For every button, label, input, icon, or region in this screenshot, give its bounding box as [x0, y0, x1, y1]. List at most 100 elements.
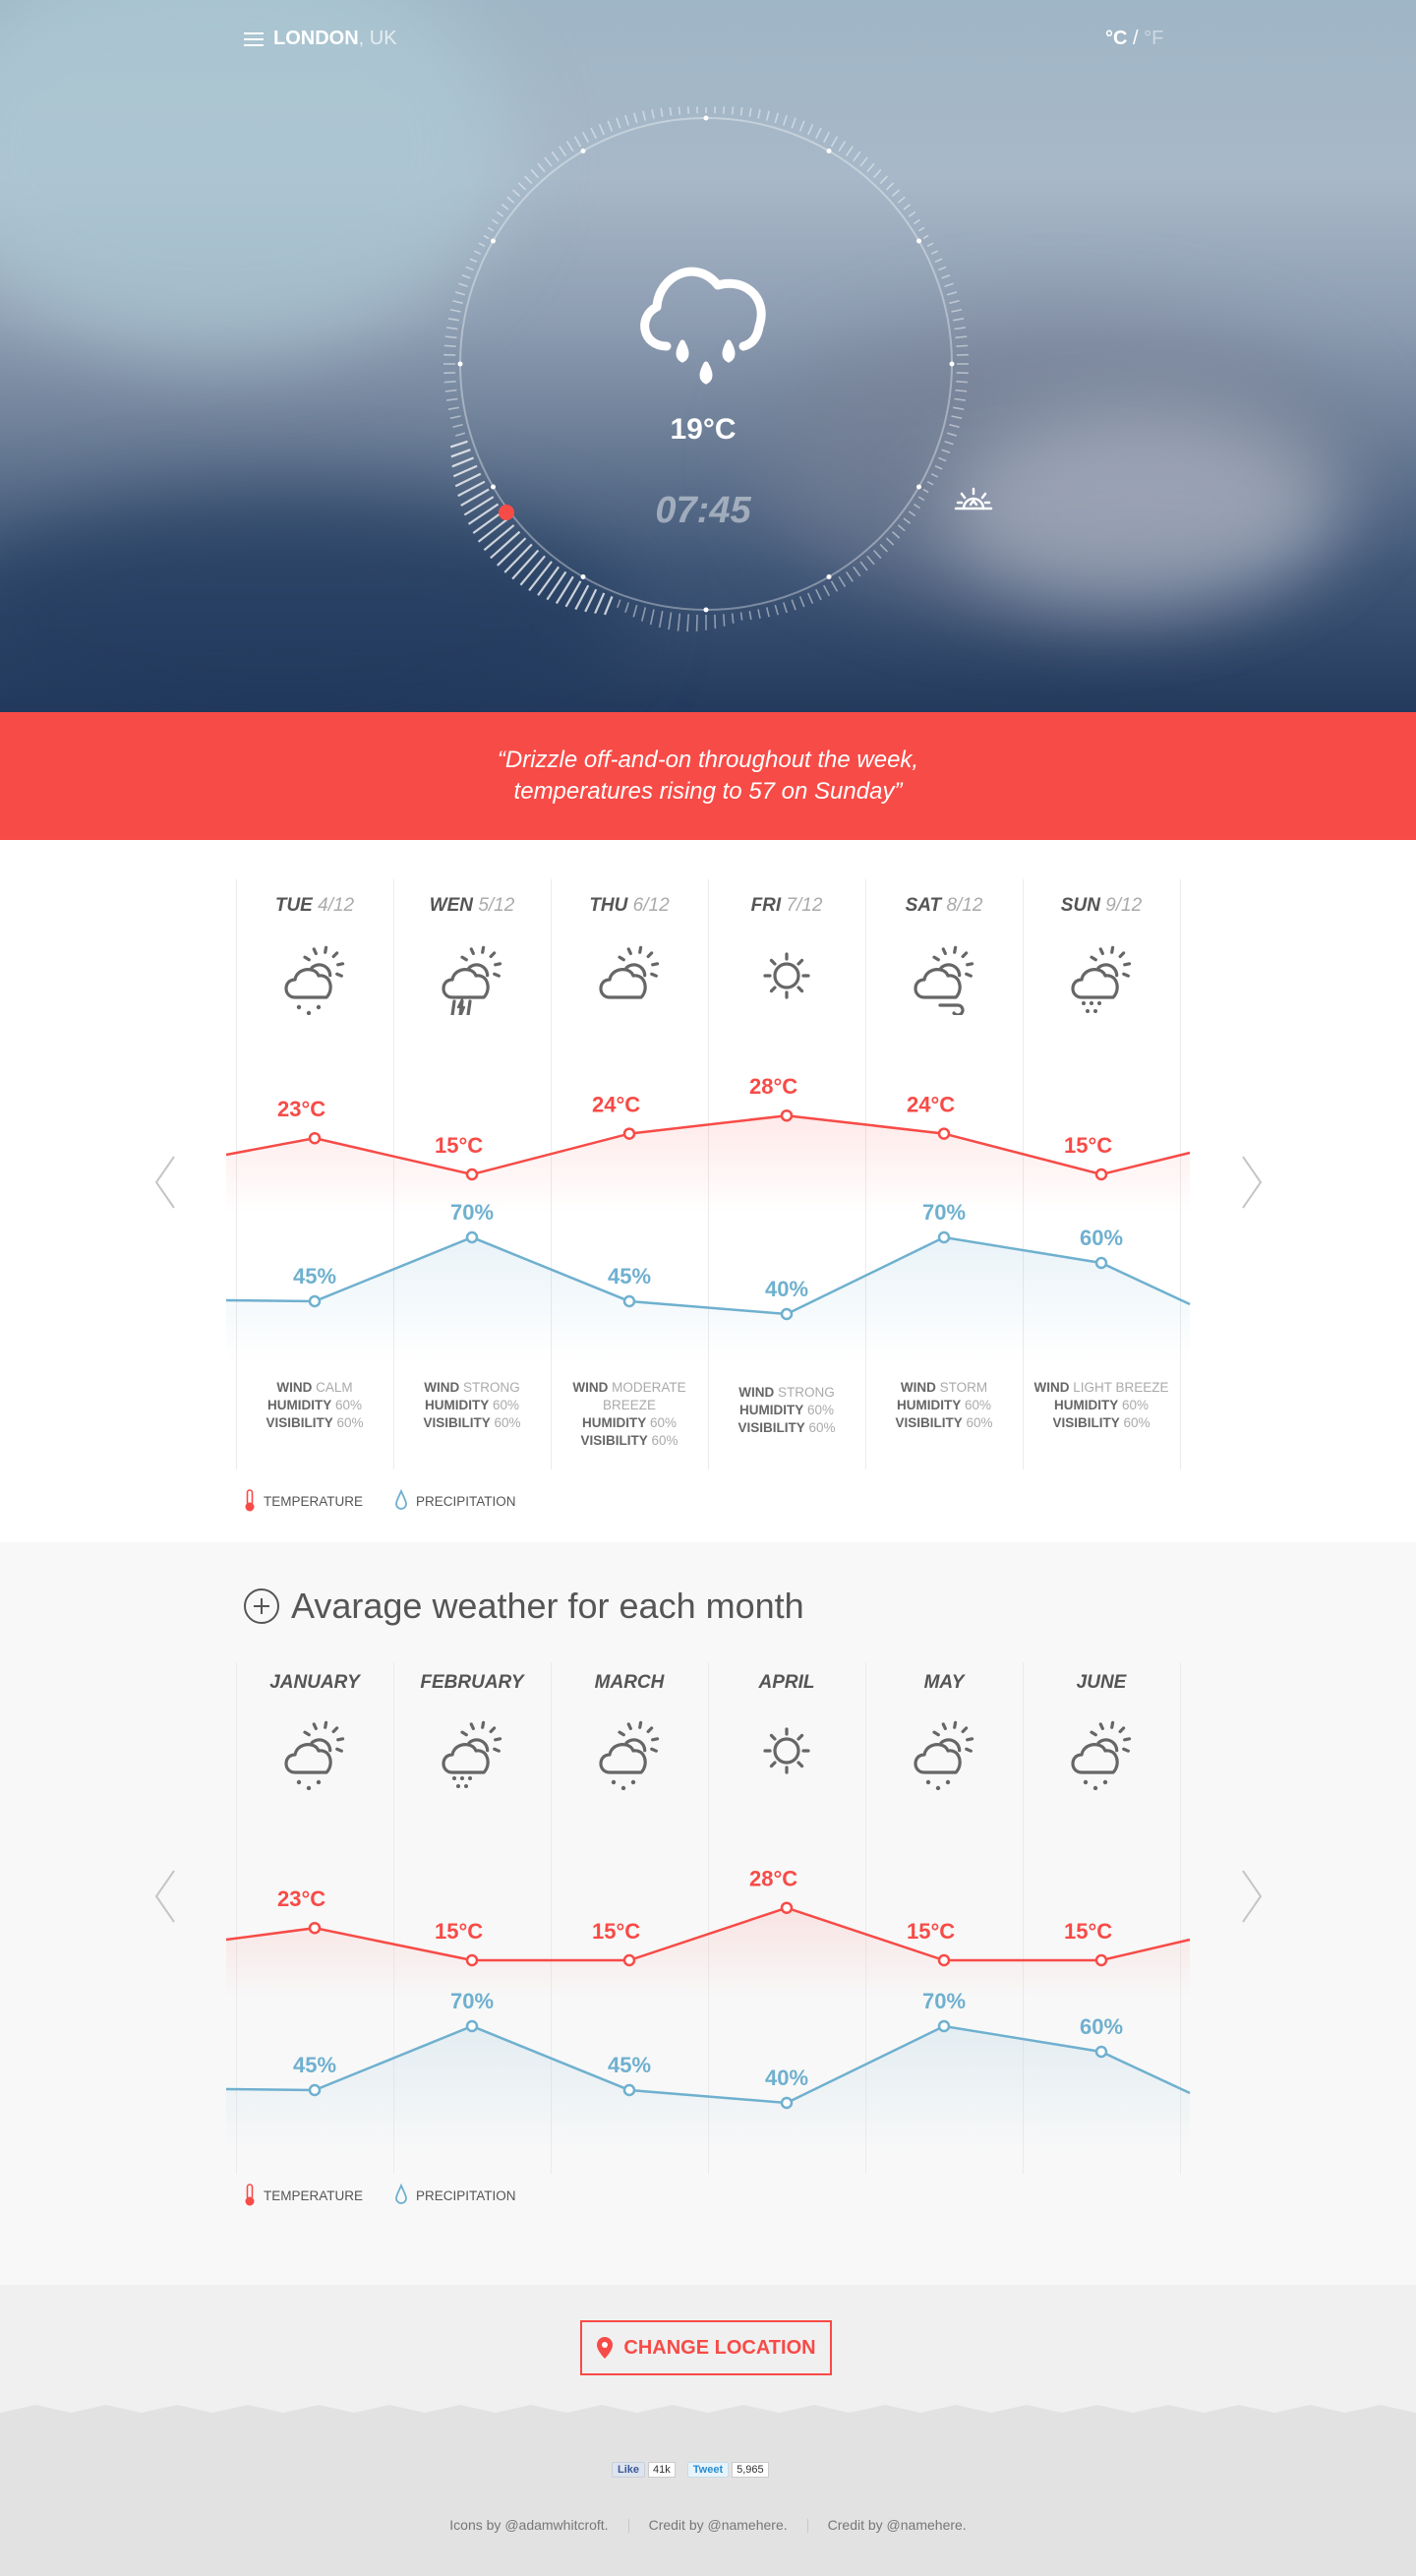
- dial-tick: [955, 389, 968, 392]
- dial-tick: [649, 609, 655, 626]
- high-temp-label: 15°C: [1064, 1919, 1112, 1944]
- dial-tick: [487, 226, 495, 232]
- precipitation-point: [465, 2019, 479, 2033]
- sunrise-icon: [954, 487, 993, 510]
- temperature-point: [937, 1953, 951, 1967]
- dial-tick: [815, 127, 822, 140]
- legend-precipitation: PRECIPITATION: [416, 1493, 516, 1509]
- dial-tick: [537, 162, 546, 173]
- dial-handle[interactable]: [499, 505, 514, 520]
- temperature-point: [622, 1953, 636, 1967]
- dial-tick: [930, 473, 939, 478]
- tweet[interactable]: Tweet 5,965: [686, 2462, 769, 2478]
- chevron-right-icon: [1242, 1156, 1263, 1209]
- temperature-point: [465, 1953, 479, 1967]
- dial-tick: [444, 389, 457, 392]
- dial-tick: [452, 423, 463, 428]
- facebook-like-button[interactable]: Like: [612, 2462, 646, 2478]
- precip-label: 70%: [450, 1989, 494, 2013]
- credit-item[interactable]: Icons by @adamwhitcroft.: [449, 2517, 608, 2533]
- dial-tick: [731, 106, 735, 115]
- dial-tick: [823, 131, 831, 144]
- dial-tick: [722, 106, 726, 114]
- dial-tick: [938, 456, 947, 462]
- precipitation-point: [308, 2083, 322, 2097]
- dial-tick: [830, 580, 839, 592]
- next-arrow[interactable]: [1237, 1867, 1267, 1926]
- dial-tick: [446, 327, 458, 330]
- dial-tick: [446, 397, 458, 401]
- precip-label: 70%: [922, 1989, 966, 2013]
- prev-arrow[interactable]: [150, 1867, 180, 1926]
- hour-marker: [826, 148, 832, 153]
- precipitation-point: [937, 1230, 951, 1244]
- monthly-chart: 23°C 45% 15°C 70% 15°C 45% 28°C 40% 15°C 70% 15°C 6…: [225, 1867, 1191, 2152]
- dial-tick: [658, 610, 664, 629]
- dial-tick: [449, 308, 461, 313]
- temperature-point: [780, 1901, 794, 1914]
- dial-tick: [528, 561, 553, 591]
- dial-tick: [511, 549, 540, 580]
- chevron-right-icon: [1242, 1870, 1263, 1923]
- credit-item[interactable]: Credit by @namehere.: [828, 2517, 967, 2533]
- dial-tick: [449, 415, 461, 420]
- dial-tick: [616, 117, 621, 129]
- precipitation-point: [622, 1294, 636, 1308]
- precipitation-point: [1094, 2045, 1108, 2059]
- dial-tick: [922, 488, 929, 494]
- dial-tick: [544, 156, 553, 167]
- dial-tick: [783, 602, 788, 614]
- dial-tick: [506, 196, 515, 204]
- dial-tick: [897, 196, 906, 204]
- dial-tick: [678, 106, 681, 115]
- dial-tick: [926, 242, 934, 247]
- high-temp-label: 15°C: [907, 1919, 955, 1944]
- high-temp-label: 24°C: [592, 1093, 640, 1117]
- temperature-point: [308, 1921, 322, 1935]
- dial-tick: [503, 543, 533, 573]
- precipitation-point: [780, 2096, 794, 2110]
- dial-tick: [559, 146, 567, 157]
- legend-temperature: TEMPERATURE: [264, 1493, 364, 1509]
- temperature-area: [226, 1907, 1190, 1999]
- change-location-button[interactable]: CHANGE LOCATION: [580, 2320, 832, 2375]
- precipitation-area: [226, 1237, 1190, 1363]
- dial-tick: [443, 380, 456, 384]
- precipitation-point: [1094, 1256, 1108, 1270]
- change-location-label: CHANGE LOCATION: [623, 2336, 816, 2359]
- dial-tick: [944, 282, 954, 287]
- dial-tick: [454, 472, 482, 488]
- chart-legend: TEMPERATURE PRECIPITATION: [244, 1489, 516, 1513]
- hour-marker: [949, 361, 955, 367]
- droplet-icon: [395, 2184, 407, 2204]
- high-temp-label: 23°C: [277, 1097, 325, 1121]
- dial-tick: [695, 614, 698, 631]
- dial-tick: [455, 432, 466, 437]
- dial-tick: [908, 210, 916, 217]
- tweet-button[interactable]: Tweet: [686, 2462, 730, 2478]
- dial-tick: [949, 300, 960, 305]
- dial-tick: [866, 162, 875, 173]
- hour-marker: [826, 574, 832, 580]
- dial-tick: [455, 291, 466, 296]
- precip-label: 60%: [1080, 1226, 1123, 1250]
- dial-tick: [913, 503, 920, 509]
- dial-tick: [791, 117, 796, 129]
- dial-tick: [903, 204, 912, 210]
- dial-tick: [477, 517, 509, 543]
- dial-tick: [511, 189, 521, 197]
- next-arrow[interactable]: [1237, 1153, 1267, 1212]
- credits: Icons by @adamwhitcroft. Credit by @name…: [0, 2517, 1416, 2533]
- dial-tick: [574, 584, 590, 611]
- prev-arrow[interactable]: [150, 1153, 180, 1212]
- time-dial[interactable]: [0, 0, 1416, 712]
- dial-tick: [478, 242, 486, 247]
- hour-marker: [490, 238, 496, 244]
- facebook-like[interactable]: Like 41k: [612, 2462, 676, 2478]
- dial-tick: [838, 575, 847, 587]
- credit-item[interactable]: Credit by @namehere.: [649, 2517, 788, 2533]
- high-temp-label: 24°C: [907, 1093, 955, 1117]
- dial-tick: [815, 588, 822, 601]
- dial-tick: [798, 120, 805, 132]
- dial-tick: [946, 291, 957, 296]
